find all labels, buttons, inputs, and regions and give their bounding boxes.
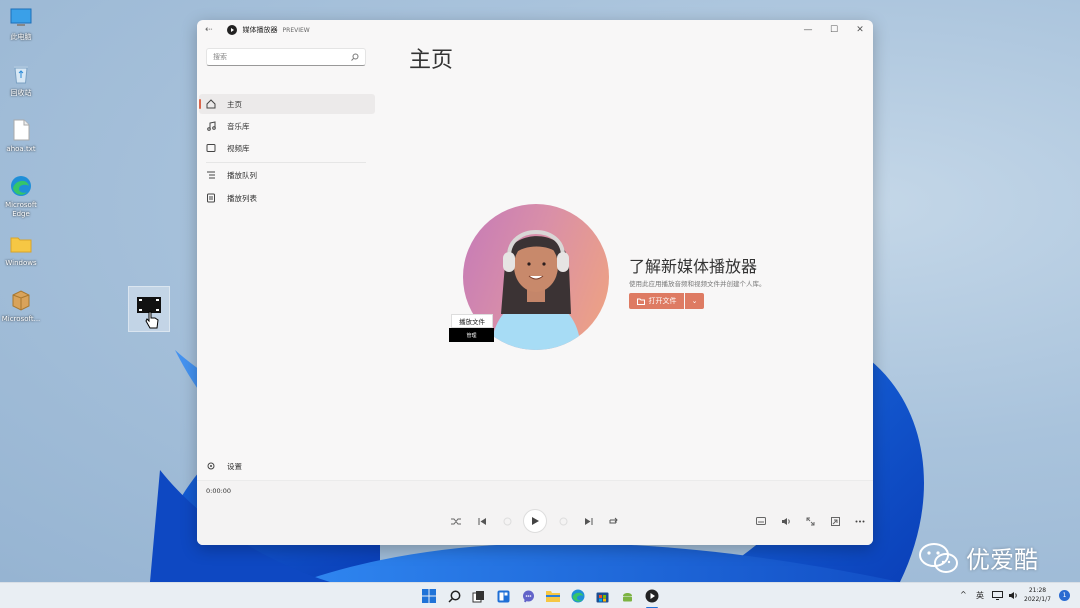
settings-label: 设置 [227,461,242,471]
page-title: 主页 [409,48,454,73]
tray-overflow-icon[interactable]: ^ [960,590,967,599]
desktop-icon-folder[interactable]: Windows [0,232,44,268]
subtitles-icon[interactable] [752,512,770,530]
desktop-icon-label: Microsoft... [1,315,41,323]
sidebar: 搜索 主页 音乐库 视频库 播放队列 播放列表 [197,40,377,480]
teams-chat-icon[interactable] [519,587,537,605]
playback-time: 0:00:00 [206,487,232,495]
gear-icon [205,460,217,472]
minimize-button[interactable]: — [795,20,821,40]
media-player-logo-icon [226,25,237,35]
dragged-file-ghost[interactable] [128,286,170,332]
nav-label: 播放队列 [227,170,257,180]
folder-open-icon [636,298,645,305]
playlist-icon [205,192,217,204]
notification-badge[interactable]: 1 [1059,590,1070,601]
media-player-window: ⇠ 媒体播放器 PREVIEW — ☐ ✕ 搜索 主页 音乐库 视频库 播放队列 [197,20,873,545]
network-icon[interactable] [990,588,1004,602]
sidebar-divider [206,162,366,163]
more-options-icon[interactable] [851,512,869,530]
fullscreen-icon[interactable] [801,512,819,530]
shuffle-icon[interactable] [447,512,465,530]
speaker-icon[interactable] [1006,588,1020,602]
nav-play-queue[interactable]: 播放队列 [199,165,375,185]
next-icon[interactable] [579,512,597,530]
desktop-icon-edge[interactable]: Microsoft Edge [0,174,44,219]
rewind-icon[interactable] [498,512,516,530]
desktop-icon-text-file[interactable]: ahoa.txt [0,118,44,154]
taskbar-clock[interactable]: 21:28 2022/1/7 [1024,586,1051,604]
search-input[interactable]: 搜索 [206,48,366,66]
open-file-label: 打开文件 [648,297,677,305]
package-icon [12,290,30,311]
input-language[interactable]: 英 [976,590,984,601]
nav-playlists[interactable]: 播放列表 [199,188,375,208]
player-bar: 0:00:00 [197,480,873,545]
desktop-icon-recycle-bin[interactable]: 回收站 [0,62,44,98]
home-icon [205,98,217,110]
edge-browser-icon[interactable] [569,587,587,605]
open-file-button[interactable]: 打开文件 [629,293,684,309]
computer-icon [10,8,32,26]
wechat-logo-icon [919,542,958,573]
close-button[interactable]: ✕ [847,20,873,40]
music-note-icon [205,120,217,132]
watermark: 优爱酷 [918,540,1038,575]
store-icon[interactable] [593,587,611,605]
nav-label: 音乐库 [227,121,250,131]
nav-home[interactable]: 主页 [199,94,375,114]
recycle-bin-icon [14,66,28,84]
android-icon[interactable] [618,587,636,605]
start-button[interactable] [420,587,438,605]
taskbar: ^ 英 21:28 2022/1/7 1 [0,582,1080,608]
taskbar-search-icon[interactable] [445,587,463,605]
search-icon[interactable] [351,53,359,61]
clock-time: 21:28 [1028,587,1047,594]
maximize-button[interactable]: ☐ [821,20,847,40]
volume-icon[interactable] [777,512,795,530]
hand-cursor-icon [145,311,159,329]
nav-label: 主页 [227,99,242,109]
desktop-icon-label: Windows [5,259,37,267]
queue-icon [205,169,217,181]
search-placeholder: 搜索 [213,53,227,61]
edge-icon [11,176,31,196]
hero-title: 了解新媒体播放器 [629,257,758,276]
desktop-icon-label: Microsoft Edge [5,201,37,218]
task-view-icon[interactable] [469,587,487,605]
play-button[interactable] [523,509,547,533]
clock-date: 2022/1/7 [1024,596,1051,603]
desktop-icon-label: 回收站 [10,89,32,97]
drag-tooltip: 播放文件 [451,314,493,328]
drag-tooltip-sub: 管理 [449,328,494,342]
desktop-icon-label: 此电脑 [10,33,32,41]
windows-logo-icon [422,589,436,603]
nav-label: 播放列表 [227,193,257,203]
desktop-icon-label: ahoa.txt [6,145,36,153]
hero-description: 使用此应用播放音频和视频文件并创建个人库。 [629,280,766,288]
nav-label: 视频库 [227,143,250,153]
watermark-text: 优爱酷 [966,546,1038,574]
media-player-taskbar-icon[interactable] [643,587,661,605]
repeat-icon[interactable] [604,512,622,530]
window-title: 媒体播放器 [242,26,278,34]
play-icon [532,517,539,525]
preview-badge: PREVIEW [282,26,310,34]
nav-settings[interactable]: 设置 [199,456,375,476]
folder-icon [10,237,32,253]
open-file-dropdown[interactable]: ⌄ [685,293,704,309]
desktop-icon-this-pc[interactable]: 此电脑 [0,6,44,42]
title-bar[interactable]: ⇠ 媒体播放器 PREVIEW — ☐ ✕ [197,20,873,40]
back-icon[interactable]: ⇠ [205,25,213,35]
document-icon [13,119,30,141]
nav-music-library[interactable]: 音乐库 [199,116,375,136]
previous-icon[interactable] [473,512,491,530]
mini-player-icon[interactable] [826,512,844,530]
file-explorer-icon[interactable] [544,587,562,605]
desktop-icon-package[interactable]: Microsoft... [0,288,44,324]
widgets-icon[interactable] [494,587,512,605]
nav-video-library[interactable]: 视频库 [199,138,375,158]
fast-forward-icon[interactable] [554,512,572,530]
video-icon [205,142,217,154]
